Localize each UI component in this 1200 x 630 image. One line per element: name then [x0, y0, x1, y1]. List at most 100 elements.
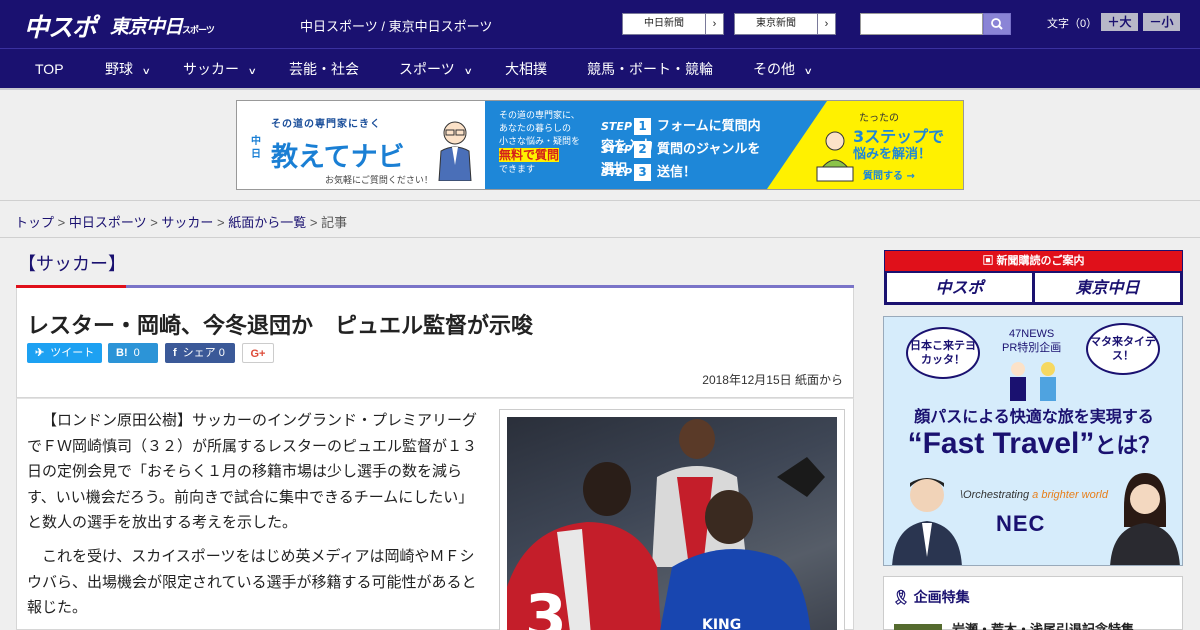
article-paragraph: これを受け、スカイスポーツをはじめ英メディアは岡崎やＭＦシウバら、出場機会が限定… [27, 548, 477, 616]
article-paragraph: 【ロンドン原田公樹】サッカーのイングランド・プレミアリーグでＦＷ岡崎慎司（３２）… [27, 412, 478, 531]
font-smaller-button[interactable]: －小 [1143, 13, 1180, 31]
ad-slogan-b: a brighter world [1032, 489, 1108, 501]
logo-chuspo[interactable]: 中スポ [24, 8, 97, 44]
breadcrumb-sep: > [146, 215, 162, 230]
tweet-button[interactable]: ✈ ツイート [27, 343, 102, 363]
google-plus-icon: G+ [250, 348, 266, 360]
font-bigger-button[interactable]: ＋大 [1101, 13, 1138, 31]
banner-prefix: 中日 [251, 136, 261, 160]
chevron-down-icon: ∨ [803, 66, 813, 76]
banner-mid-line: その道の専門家に、 [499, 111, 580, 121]
banner-subtitle: その道の専門家にきく [271, 119, 381, 130]
breadcrumb-soccer[interactable]: サッカー [161, 215, 213, 230]
nav-label: その他 [753, 61, 795, 77]
breadcrumb-current: 記事 [321, 215, 348, 230]
banner-steps: STEP 1 フォームに質問内容を入力 STEP 2 質問のジャンルを選択 STEP 3 送… [581, 101, 767, 189]
ad-bubble-right: マタ来タイデス！ [1086, 323, 1160, 375]
step-text: 送信！ [657, 165, 697, 180]
chevron-down-icon: ∨ [247, 66, 257, 76]
nav-sumo[interactable]: 大相撲 [505, 49, 547, 89]
facebook-share-button[interactable]: f シェア 0 [165, 343, 235, 363]
nav-label: 芸能・社会 [289, 61, 359, 77]
google-plus-button[interactable]: G+ [242, 343, 274, 363]
hatena-icon: B! [116, 347, 128, 359]
article-photo[interactable]: 3 KING POWER [507, 417, 837, 630]
banner-step-3: STEP 3 送信！ [601, 161, 696, 181]
banner-brand: 教えてナビ [271, 142, 405, 173]
ad-headline: 顔パスによる快適な旅を実現する [914, 409, 1154, 426]
main-nav: TOP 野球 ∨ サッカー ∨ 芸能・社会 スポーツ ∨ 大相撲 競馬・ボート・競輪 … [0, 48, 1200, 90]
breadcrumb-sep: > [306, 215, 322, 230]
ad-tag-47news: 47NEWS [1009, 328, 1055, 340]
step-label: STEP [601, 166, 633, 179]
search-icon [991, 18, 1003, 30]
chevron-right-icon: › [705, 14, 723, 34]
logo-sub-small: スポーツ [182, 26, 215, 36]
fb-label: シェア [182, 347, 216, 359]
nav-label: TOP [35, 61, 64, 77]
step-label: STEP [601, 143, 633, 156]
nav-sports[interactable]: スポーツ ∨ [399, 49, 473, 89]
nav-label: 競馬・ボート・競輪 [587, 61, 713, 77]
category-title: 【サッカー】 [18, 254, 126, 274]
tokyo-shimbun-label: 東京新聞 [756, 18, 796, 29]
woman-photo-icon [1110, 473, 1180, 565]
kikaku-item[interactable]: 岩瀬・荒木・浅尾引退記念特集 [894, 619, 1134, 630]
logo-tokyo-chunichi[interactable]: 東京中日スポーツ [110, 12, 215, 39]
chevron-down-icon: ∨ [463, 66, 473, 76]
breadcrumb-paper-list[interactable]: 紙面から一覧 [228, 215, 306, 230]
step-num: 1 [634, 118, 652, 135]
hatena-count: 0 [133, 347, 140, 359]
subscription-box: ▣ 新聞購読のご案内 中スポ 東京中日 [884, 250, 1183, 305]
soccer-players-photo-icon: 3 KING POWER [507, 419, 825, 630]
subscribe-chuspo[interactable]: 中スポ [887, 273, 1032, 302]
kikaku-thumbnail [894, 623, 942, 630]
article-title: レスター・岡崎、今冬退団か ピュエル監督が示唆 [27, 313, 534, 338]
facebook-icon: f [173, 347, 177, 359]
article-date: 2018年12月15日 紙面から [702, 373, 843, 387]
subscribe-tokyo-chunichi[interactable]: 東京中日 [1035, 273, 1180, 302]
nav-label: 野球 [105, 61, 133, 77]
banner-mid-line: できます [499, 165, 536, 175]
oshiete-navi-banner[interactable]: その道の専門家にきく 中日 教えてナビ お気軽にご質問ください！ その道の専門家… [236, 100, 964, 190]
banner-cta[interactable]: 質問する → [863, 167, 915, 182]
ad-tag-pr: PR特別企画 [1002, 342, 1062, 354]
chevron-right-icon: › [817, 14, 835, 34]
ad-title: “Fast Travel”とは？ [884, 427, 1182, 461]
chevron-down-icon: ∨ [141, 66, 151, 76]
breadcrumb-sep: > [54, 215, 69, 230]
step-num: 3 [634, 164, 652, 181]
nav-soccer[interactable]: サッカー ∨ [183, 49, 257, 89]
breadcrumb-top[interactable]: トップ [15, 215, 54, 230]
breadcrumb-chunichi-sports[interactable]: 中日スポーツ [69, 215, 147, 230]
chunichi-shimbun-link[interactable]: 中日新聞 › [622, 13, 724, 35]
subscription-title: ▣ 新聞購読のご案内 [885, 251, 1182, 271]
tokyo-shimbun-link[interactable]: 東京新聞 › [734, 13, 836, 35]
nav-other[interactable]: その他 ∨ [753, 49, 813, 89]
expert-illustration-icon [438, 121, 472, 181]
nav-label: 大相撲 [505, 61, 547, 77]
site-name: 中日スポーツ / 東京中日スポーツ [300, 19, 493, 34]
banner-right-mid: 悩みを解消！ [853, 147, 932, 162]
ad-bubble-left: 日本こ来テヨカッタ！ [906, 327, 980, 379]
search-input[interactable] [860, 13, 983, 35]
nav-entertainment[interactable]: 芸能・社会 [289, 49, 359, 89]
ad-tag: 47NEWS PR特別企画 [1002, 327, 1061, 355]
hatena-bookmark-button[interactable]: B! 0 [108, 343, 158, 363]
nav-top[interactable]: TOP [35, 49, 64, 89]
nav-label: スポーツ [399, 61, 455, 77]
header-bar: 中スポ 東京中日スポーツ 中日スポーツ / 東京中日スポーツ 中日新聞 › 東京… [0, 0, 1200, 48]
step-label: STEP [601, 120, 633, 133]
breadcrumb-bar: トップ > 中日スポーツ > サッカー > 紙面から一覧 > 記事 [0, 200, 1200, 238]
nav-baseball[interactable]: 野球 ∨ [105, 49, 151, 89]
svg-text:3: 3 [525, 582, 567, 630]
nav-racing[interactable]: 競馬・ボート・競輪 [587, 49, 713, 89]
newspaper-icon: ▣ [982, 255, 997, 267]
banner-free-highlight: 無料で質問 [499, 148, 560, 162]
nec-fast-travel-ad[interactable]: 47NEWS PR特別企画 日本こ来テヨカッタ！ マタ来タイデス！ 顔パスによる快… [883, 316, 1183, 566]
logo-sub-text: 東京中日 [110, 16, 183, 38]
banner-mid-line: あなたの暮らしの [499, 124, 572, 134]
ad-slogan-a: \Orchestrating [960, 489, 1030, 501]
font-size-label: 文字（0） [1047, 18, 1098, 30]
search-button[interactable] [983, 13, 1011, 35]
